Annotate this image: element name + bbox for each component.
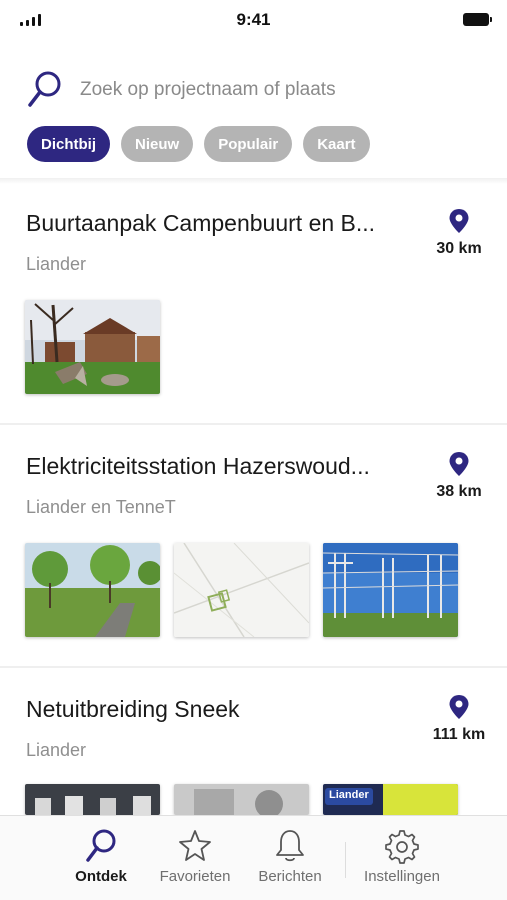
- tab-divider: [345, 842, 346, 878]
- project-map-image[interactable]: [174, 543, 309, 637]
- distance-label: 111 km: [432, 726, 486, 743]
- project-owner: Liander: [26, 254, 87, 274]
- project-photo[interactable]: [25, 300, 160, 394]
- tab-label: Favorieten: [159, 868, 231, 885]
- project-title: Elektriciteitsstation Hazerswoud...: [26, 453, 370, 479]
- status-bar: 9:41: [0, 0, 507, 42]
- project-title: Netuitbreiding Sneek: [26, 696, 240, 722]
- location-pin-icon: [449, 695, 469, 719]
- gear-icon: [385, 830, 419, 864]
- tab-berichten[interactable]: Berichten: [240, 828, 340, 885]
- project-owner: Liander en TenneT: [26, 497, 176, 517]
- tab-label: Ontdek: [75, 868, 127, 885]
- star-icon: [179, 830, 211, 861]
- distance-label: 38 km: [436, 483, 482, 500]
- search-bar[interactable]: [26, 68, 486, 112]
- tab-label: Instellingen: [364, 868, 440, 885]
- liander-logo: Liander: [329, 789, 369, 801]
- location-pin-icon: [449, 209, 469, 233]
- project-card[interactable]: Netuitbreiding Sneek Liander 111 km Lian…: [0, 668, 507, 815]
- project-title: Buurtaanpak Campenbuurt en B...: [26, 210, 376, 236]
- project-distance: 30 km: [429, 208, 489, 258]
- project-distance: 111 km: [429, 694, 489, 744]
- location-pin-icon: [449, 452, 469, 476]
- tab-label: Berichten: [258, 868, 322, 885]
- project-photo[interactable]: Liander: [323, 784, 458, 815]
- filter-chips: Dichtbij Nieuw Populair Kaart: [27, 126, 370, 162]
- project-photo[interactable]: [25, 784, 160, 815]
- filter-chip-dichtbij[interactable]: Dichtbij: [27, 126, 110, 162]
- project-distance: 38 km: [429, 451, 489, 501]
- battery-icon: [463, 13, 492, 26]
- tab-ontdek[interactable]: Ontdek: [51, 828, 151, 885]
- project-photo[interactable]: [174, 784, 309, 815]
- search-icon: [86, 829, 116, 862]
- filter-chip-nieuw[interactable]: Nieuw: [121, 126, 194, 162]
- search-icon: [28, 71, 61, 107]
- filter-chip-kaart[interactable]: Kaart: [303, 126, 370, 162]
- distance-label: 30 km: [436, 240, 482, 257]
- project-card[interactable]: Buurtaanpak Campenbuurt en B... Liander …: [0, 182, 507, 425]
- tab-instellingen[interactable]: Instellingen: [352, 828, 452, 885]
- project-card[interactable]: Elektriciteitsstation Hazerswoud... Lian…: [0, 425, 507, 668]
- status-time: 9:41: [236, 10, 271, 29]
- project-photo[interactable]: [323, 543, 458, 637]
- project-photo[interactable]: [25, 543, 160, 637]
- tab-bar: Ontdek Favorieten Berichten Instellingen: [0, 815, 507, 900]
- project-owner: Liander: [26, 740, 87, 760]
- bell-icon: [276, 830, 304, 862]
- tab-favorieten[interactable]: Favorieten: [145, 828, 245, 885]
- search-input[interactable]: [80, 79, 460, 101]
- filter-chip-populair[interactable]: Populair: [204, 126, 293, 162]
